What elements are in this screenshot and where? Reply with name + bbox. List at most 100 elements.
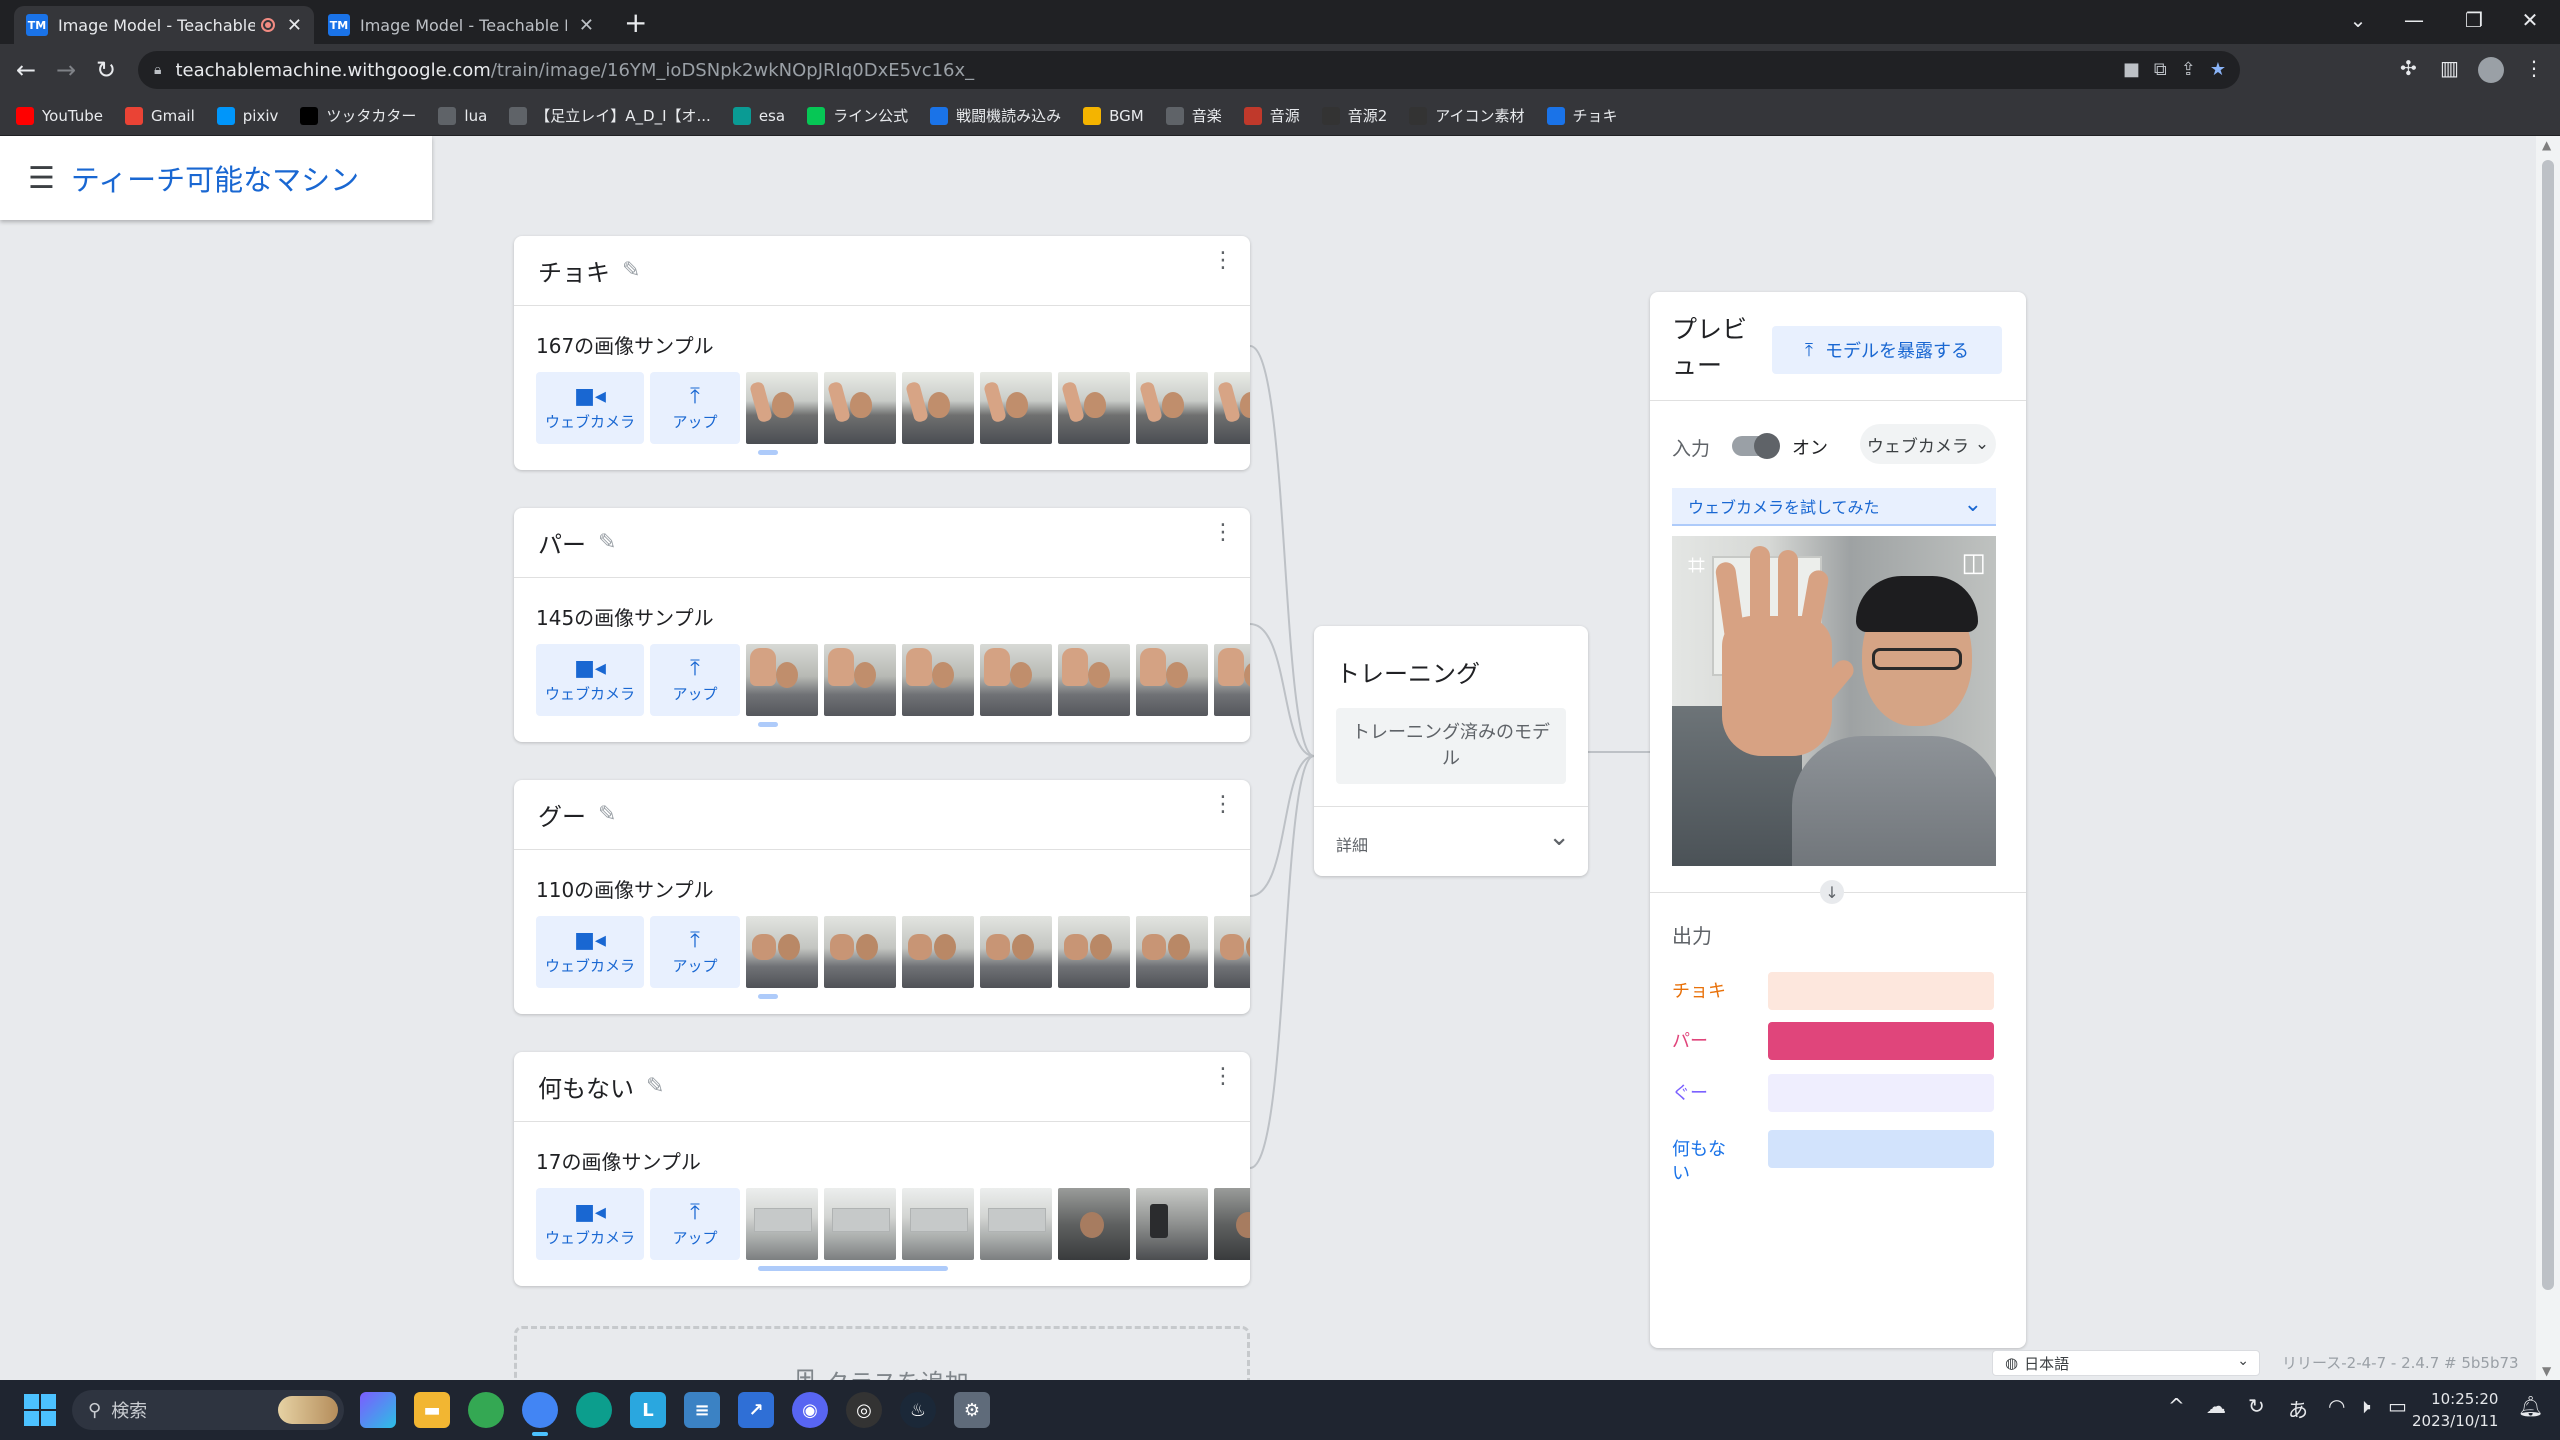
sample-thumbnail[interactable] — [902, 372, 974, 444]
bookmark-item[interactable]: チョキ — [1546, 105, 1618, 126]
sample-thumbnail[interactable] — [824, 372, 896, 444]
export-model-button[interactable]: ⤒ モデルを暴露する — [1772, 326, 2002, 374]
sync-icon[interactable]: ↻ — [2248, 1394, 2265, 1418]
obs-icon[interactable]: ◎ — [846, 1392, 882, 1428]
bookmark-item[interactable]: ツッタカター — [300, 105, 416, 126]
scroll-up-icon[interactable]: ▲ — [2542, 138, 2551, 152]
notification-bell-icon[interactable]: 🔔︎ — [2518, 1394, 2543, 1418]
flip-camera-icon[interactable]: ◫ — [1961, 548, 1986, 578]
l-app-icon[interactable]: L — [630, 1392, 666, 1428]
clock[interactable]: 10:25:20 2023/10/11 — [2412, 1388, 2498, 1432]
steam-icon[interactable]: ♨ — [900, 1392, 936, 1428]
sample-thumbnail[interactable] — [902, 1188, 974, 1260]
minimize-button[interactable]: — — [2384, 0, 2444, 40]
chevron-down-icon[interactable]: ⌄ — [1548, 822, 1570, 852]
bookmark-star-icon[interactable]: ★ — [2210, 59, 2226, 80]
forward-icon[interactable]: → — [50, 54, 82, 86]
side-panel-icon[interactable]: ▥ — [2440, 56, 2459, 80]
chrome-active-icon[interactable] — [522, 1392, 558, 1436]
upload-button[interactable]: ⤒ アップ — [650, 1188, 740, 1260]
upload-button[interactable]: ⤒ アップ — [650, 372, 740, 444]
language-select[interactable]: ◍ 日本語 ⌄ — [1992, 1350, 2260, 1376]
class-name[interactable]: パー — [538, 525, 586, 560]
sample-thumbnail[interactable] — [902, 644, 974, 716]
edit-pencil-icon[interactable]: ✎ — [646, 1074, 664, 1099]
wifi-icon[interactable]: ◠ — [2328, 1394, 2345, 1418]
webcam-button[interactable]: ■◂ ウェブカメラ — [536, 372, 644, 444]
class-name[interactable]: グー — [538, 797, 586, 832]
sample-thumbnail[interactable] — [1136, 1188, 1208, 1260]
camera-in-use-icon[interactable]: ■ — [2123, 59, 2140, 80]
bookmark-item[interactable]: ライン公式 — [807, 105, 908, 126]
crop-icon[interactable]: ⌗ — [1688, 548, 1705, 583]
sample-thumbnail[interactable] — [980, 916, 1052, 988]
upload-button[interactable]: ⤒ アップ — [650, 644, 740, 716]
more-options-icon[interactable]: ⋮ — [1212, 1066, 1234, 1088]
page-scrollbar[interactable]: ▲ ▼ — [2536, 136, 2560, 1380]
close-tab-icon[interactable]: ✕ — [579, 15, 594, 36]
bookmark-item[interactable]: アイコン素材 — [1409, 105, 1525, 126]
restore-button[interactable]: ❐ — [2444, 0, 2504, 40]
bookmark-item[interactable]: lua — [438, 106, 487, 125]
editor-icon[interactable]: ↗ — [738, 1392, 774, 1428]
camera-select[interactable]: ウェブカメラを試してみた ⌄ — [1672, 488, 1996, 526]
browser-tab-active[interactable]: TM Image Model - Teachable Machine ✕ — [14, 6, 314, 44]
sample-thumbnail[interactable] — [1058, 1188, 1130, 1260]
train-model-button[interactable]: トレーニング済みのモデル — [1336, 708, 1566, 784]
volume-muted-icon[interactable]: 🕨︎ — [2358, 1394, 2371, 1418]
bookmark-item[interactable]: 音楽 — [1165, 105, 1222, 126]
battery-icon[interactable]: ▭ — [2388, 1394, 2407, 1418]
sample-thumbnail[interactable] — [1136, 372, 1208, 444]
chrome-menu-icon[interactable]: ⋮ — [2524, 56, 2544, 80]
reload-icon[interactable]: ↻ — [90, 54, 122, 86]
sample-thumbnail[interactable] — [1136, 644, 1208, 716]
discord-icon[interactable]: ◉ — [792, 1392, 828, 1428]
scrollbar-thumb[interactable] — [2542, 160, 2554, 1290]
webcam-button[interactable]: ■◂ ウェブカメラ — [536, 644, 644, 716]
bookmark-item[interactable]: BGM — [1083, 106, 1144, 125]
sample-thumbnail[interactable] — [980, 372, 1052, 444]
sample-thumbnail[interactable] — [824, 1188, 896, 1260]
profile-avatar[interactable] — [2478, 57, 2504, 83]
close-window-button[interactable]: ✕ — [2500, 0, 2560, 40]
more-options-icon[interactable]: ⋮ — [1212, 522, 1234, 544]
upload-button[interactable]: ⤒ アップ — [650, 916, 740, 988]
sample-thumbnail[interactable] — [746, 1188, 818, 1260]
class-name[interactable]: 何もない — [538, 1069, 634, 1104]
sample-scroll-indicator[interactable] — [758, 1266, 948, 1271]
chevron-up-icon[interactable]: ^ — [2168, 1394, 2185, 1418]
sample-thumbnail[interactable] — [824, 644, 896, 716]
add-class-button[interactable]: ⊞ クラスを追加 — [514, 1326, 1250, 1380]
sample-thumbnail[interactable] — [1214, 916, 1250, 988]
file-explorer-icon[interactable]: ▬ — [414, 1392, 450, 1428]
app-title[interactable]: ティーチ可能なマシン — [71, 157, 359, 199]
sample-thumbnail[interactable] — [1214, 644, 1250, 716]
sample-scroll-indicator[interactable] — [758, 994, 778, 999]
translate-icon[interactable]: ⧉ — [2154, 59, 2167, 80]
sample-thumbnail[interactable] — [1214, 1188, 1250, 1260]
bookmark-item[interactable]: 音源2 — [1321, 105, 1387, 126]
webcam-button[interactable]: ■◂ ウェブカメラ — [536, 916, 644, 988]
sample-thumbnail[interactable] — [746, 644, 818, 716]
bookmark-item[interactable]: YouTube — [16, 106, 103, 125]
sample-scroll-indicator[interactable] — [758, 722, 778, 727]
webcam-button[interactable]: ■◂ ウェブカメラ — [536, 1188, 644, 1260]
input-toggle[interactable] — [1732, 433, 1780, 459]
browser-tab[interactable]: TM Image Model - Teachable Machine ✕ — [316, 6, 606, 44]
back-icon[interactable]: ← — [10, 54, 42, 86]
edge-icon[interactable] — [576, 1392, 612, 1428]
class-name[interactable]: チョキ — [538, 253, 610, 288]
sample-thumbnail[interactable] — [1058, 916, 1130, 988]
chrome-icon[interactable] — [468, 1392, 504, 1428]
sample-thumbnail[interactable] — [980, 644, 1052, 716]
notepad-icon[interactable]: ≡ — [684, 1392, 720, 1428]
tab-search-icon[interactable]: ⌄ — [2328, 0, 2388, 40]
close-tab-icon[interactable]: ✕ — [287, 15, 302, 36]
extensions-icon[interactable]: ✣ — [2400, 56, 2417, 80]
ime-indicator[interactable]: あ — [2288, 1394, 2308, 1423]
sample-thumbnail[interactable] — [902, 916, 974, 988]
edit-pencil-icon[interactable]: ✎ — [622, 258, 640, 283]
bookmark-item[interactable]: 音源 — [1243, 105, 1300, 126]
input-source-select[interactable]: ウェブカメラ ⌄ — [1860, 424, 1996, 464]
tray-app-icon[interactable]: ☁ — [2206, 1394, 2226, 1418]
